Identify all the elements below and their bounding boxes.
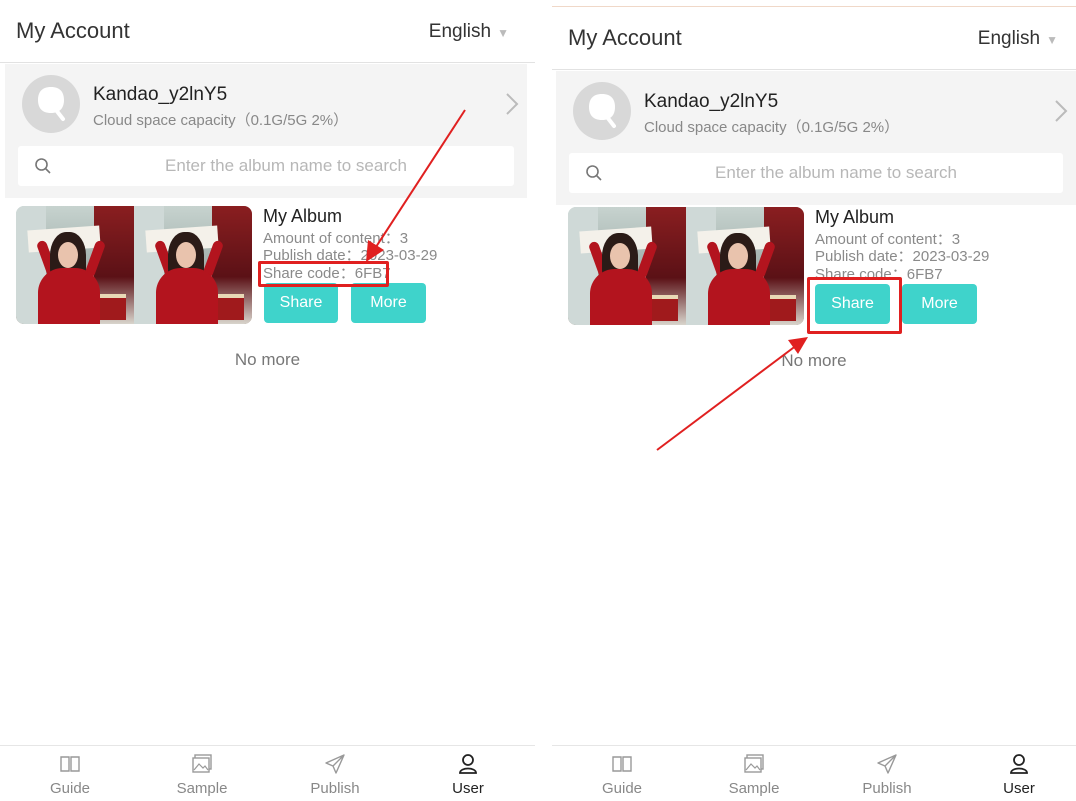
- page-title: My Account: [568, 25, 682, 50]
- tab-label: User: [1003, 780, 1035, 797]
- album-photo: [16, 206, 134, 324]
- chevron-right-icon[interactable]: [505, 92, 519, 116]
- user-icon: [459, 754, 477, 774]
- username: Kandao_y2lnY5: [93, 84, 228, 105]
- album-thumbnail[interactable]: [568, 207, 804, 325]
- logo-icon: [589, 94, 616, 128]
- image-icon: [192, 754, 212, 773]
- username: Kandao_y2lnY5: [644, 91, 779, 112]
- page-title: My Account: [16, 18, 130, 43]
- language-selector[interactable]: English ▼: [978, 28, 1058, 50]
- chevron-down-icon: ▼: [1046, 33, 1058, 47]
- send-icon: [877, 754, 897, 774]
- album-publish-date: Publish date：2023-03-29: [815, 248, 990, 265]
- tab-label: Sample: [728, 780, 780, 797]
- tab-publish[interactable]: Publish: [847, 752, 927, 797]
- tab-label: Guide: [601, 780, 643, 797]
- album-content-count: Amount of content：3: [815, 231, 961, 248]
- tab-user[interactable]: User: [428, 752, 508, 797]
- album-search-input[interactable]: Enter the album name to search: [18, 146, 514, 186]
- send-icon: [325, 754, 345, 774]
- bottom-tab-bar: Guide Sample Publish User: [552, 745, 1076, 801]
- list-end-text: No more: [234, 350, 301, 369]
- tab-sample[interactable]: Sample: [714, 752, 794, 797]
- list-end-text: No more: [781, 351, 847, 370]
- share-code-highlight-box: [258, 261, 389, 287]
- album-title: My Album: [815, 207, 895, 227]
- tab-label: Guide: [49, 780, 91, 797]
- language-label: English: [428, 21, 492, 42]
- album-title: My Album: [263, 206, 343, 226]
- album-photo: [686, 207, 804, 325]
- album-thumbnail[interactable]: [16, 206, 252, 324]
- tab-label: Sample: [176, 780, 228, 797]
- share-button[interactable]: Share: [264, 283, 338, 323]
- left-screenshot-panel: My Account English ▼ Kandao_y2lnY5 Cloud …: [0, 0, 535, 801]
- tab-guide[interactable]: Guide: [582, 752, 662, 797]
- tab-publish[interactable]: Publish: [295, 752, 375, 797]
- app-header: My Account English ▼: [0, 0, 535, 63]
- tab-label: Publish: [310, 780, 360, 797]
- tab-label: Publish: [862, 780, 912, 797]
- user-icon: [1010, 754, 1028, 774]
- language-label: English: [977, 28, 1041, 49]
- logo-icon: [38, 87, 65, 121]
- tab-sample[interactable]: Sample: [162, 752, 242, 797]
- album-photo: [568, 207, 686, 325]
- chevron-right-icon[interactable]: [1054, 99, 1068, 123]
- album-search-input[interactable]: Enter the album name to search: [569, 153, 1063, 193]
- avatar: [573, 82, 631, 140]
- profile-card[interactable]: Kandao_y2lnY5 Cloud space capacity（0.1G/…: [556, 71, 1076, 205]
- tab-user[interactable]: User: [979, 752, 1059, 797]
- avatar: [22, 75, 80, 133]
- book-icon: [612, 756, 632, 772]
- bottom-tab-bar: Guide Sample Publish User: [0, 745, 535, 801]
- panel-divider: [535, 0, 552, 801]
- album-content-count: Amount of content：3: [263, 230, 409, 247]
- language-selector[interactable]: English ▼: [429, 21, 509, 43]
- album-photo: [134, 206, 252, 324]
- cloud-capacity: Cloud space capacity（0.1G/5G 2%）: [93, 112, 349, 129]
- more-button[interactable]: More: [902, 284, 977, 324]
- cloud-capacity: Cloud space capacity（0.1G/5G 2%）: [644, 119, 900, 136]
- app-header: My Account English ▼: [552, 7, 1076, 70]
- tab-guide[interactable]: Guide: [30, 752, 110, 797]
- tab-label: User: [452, 780, 484, 797]
- search-placeholder: Enter the album name to search: [165, 156, 407, 175]
- profile-card[interactable]: Kandao_y2lnY5 Cloud space capacity（0.1G/…: [5, 64, 527, 198]
- more-button[interactable]: More: [351, 283, 426, 323]
- search-placeholder: Enter the album name to search: [715, 163, 957, 182]
- book-icon: [60, 756, 80, 772]
- image-icon: [744, 754, 764, 773]
- right-screenshot-panel: My Account English ▼ Kandao_y2lnY5 Cloud …: [552, 0, 1076, 801]
- share-button-highlight-box: [807, 277, 902, 334]
- chevron-down-icon: ▼: [497, 26, 509, 40]
